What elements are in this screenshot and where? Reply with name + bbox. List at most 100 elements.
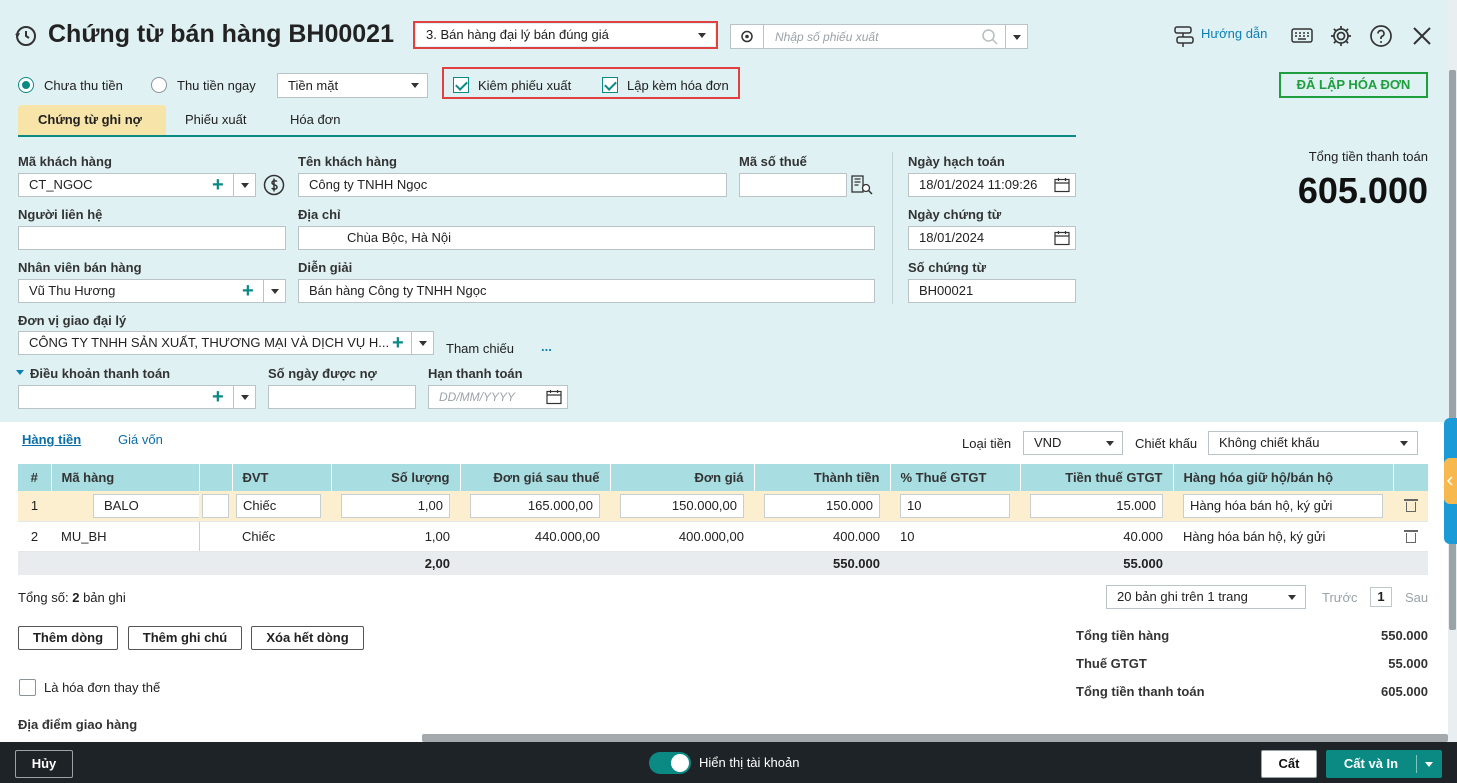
side-panel-tab[interactable] [1444,418,1457,544]
blank-cell[interactable] [202,493,229,518]
export-search-input[interactable]: Nhập số phiếu xuất [775,30,878,44]
row-unit[interactable]: Chiếc [232,521,331,552]
show-accounts-toggle[interactable] [649,752,691,774]
page-size-select[interactable]: 20 bản ghi trên 1 trang [1106,585,1306,609]
row-amount[interactable]: 150.000 [754,491,890,522]
credit-days-input[interactable] [268,385,416,409]
vertical-scrollbar[interactable] [1448,0,1457,742]
tab-debit-voucher[interactable]: Chứng từ ghi nợ [18,105,166,135]
contact-input[interactable] [18,226,286,250]
close-icon[interactable] [1410,24,1434,48]
help-icon[interactable] [1369,24,1393,48]
row-price-after-tax[interactable]: 440.000,00 [460,521,610,552]
tab-invoice[interactable]: Hóa đơn [290,112,340,127]
row-vat-amount[interactable]: 40.000 [1020,521,1173,552]
currency-icon[interactable] [263,174,285,196]
settings-icon[interactable] [1329,24,1353,48]
payment-method-select[interactable]: Tiền mặt [277,73,428,98]
col-quantity[interactable]: Số lượng [331,464,461,491]
add-agent-icon[interactable]: + [390,333,406,353]
horizontal-scrollbar[interactable] [422,734,1448,742]
export-search[interactable]: Nhập số phiếu xuất [730,24,1028,49]
save-print-button[interactable]: Cất và In [1326,750,1442,778]
row-item-code[interactable]: BALO [51,491,199,522]
add-customer-icon[interactable]: + [212,175,224,195]
row-amount[interactable]: 400.000 [754,521,890,552]
delete-all-rows-button[interactable]: Xóa hết dòng [251,626,364,650]
posting-date-input[interactable]: 18/01/2024 11:09:26 [908,173,1076,197]
customer-name-input[interactable]: Công ty TNHH Ngọc [298,173,727,197]
col-unit-price[interactable]: Đơn giá [610,464,755,491]
scrollbar-thumb[interactable] [1449,70,1456,630]
checkbox-invoice[interactable] [602,77,618,93]
col-amount[interactable]: Thành tiền [754,464,891,491]
table-row[interactable]: 2 MU_BH Chiếc 1,00 440.000,00 400.000,00… [18,521,1428,552]
col-vat-rate[interactable]: % Thuế GTGT [890,464,1021,491]
radio-unpaid[interactable] [18,77,34,93]
col-unit[interactable]: ĐVT [232,464,332,491]
tab-cost-price[interactable]: Giá vốn [118,432,163,447]
col-price-after-tax[interactable]: Đơn giá sau thuế [460,464,611,491]
row-actions[interactable] [1393,491,1428,522]
row-actions[interactable] [1393,521,1428,552]
calendar-icon[interactable] [1054,230,1070,246]
calendar-icon[interactable] [546,389,562,405]
table-row[interactable]: 1 BALO Chiếc 1,00 165.000,00 150.000,00 … [18,491,1428,522]
prev-page-button[interactable]: Trước [1322,590,1358,605]
add-salesperson-icon[interactable]: + [242,281,254,301]
vat-rate-cell[interactable]: 10 [900,493,1010,518]
collapse-caret-icon[interactable] [16,370,24,378]
quantity-cell[interactable]: 1,00 [341,493,450,518]
save-button[interactable]: Cất [1261,750,1317,778]
history-icon[interactable] [14,24,38,48]
agent-input[interactable]: CÔNG TY TNHH SẢN XUẤT, THƯƠNG MẠI VÀ DỊC… [18,331,434,355]
row-item-code[interactable]: MU_BH [51,521,199,552]
row-vat-amount[interactable]: 15.000 [1020,491,1173,522]
payment-terms-dropdown[interactable] [233,385,255,409]
address-input[interactable]: Chùa Bộc, Hà Nội [298,226,875,250]
add-payment-terms-icon[interactable]: + [212,387,224,407]
tax-code-input[interactable] [739,173,847,197]
voucher-no-input[interactable]: BH00021 [908,279,1076,303]
guide-icon[interactable] [1172,24,1196,48]
row-consignment[interactable]: Hàng hóa bán hộ, ký gửi [1173,491,1393,522]
next-page-button[interactable]: Sau [1405,590,1428,605]
customer-code-dropdown[interactable] [233,173,255,197]
row-vat-rate[interactable]: 10 [890,521,1020,552]
checkbox-export[interactable] [453,77,469,93]
gear-small-icon[interactable] [731,25,764,48]
row-unit-price[interactable]: 150.000,00 [610,491,754,522]
price-after-tax-cell[interactable]: 165.000,00 [470,493,600,518]
trash-icon[interactable] [1404,499,1418,512]
salesperson-dropdown[interactable] [263,279,285,303]
help-link[interactable]: Hướng dẫn [1201,26,1267,41]
export-search-dropdown[interactable] [1005,25,1027,48]
row-vat-rate[interactable]: 10 [890,491,1020,522]
unit-cell[interactable]: Chiếc [236,493,321,518]
replacement-invoice-checkbox[interactable] [19,679,36,696]
col-consignment[interactable]: Hàng hóa giữ hộ/bán hộ [1173,464,1394,491]
agent-dropdown[interactable] [411,331,433,355]
consignment-cell[interactable]: Hàng hóa bán hộ, ký gửi [1183,493,1383,518]
trash-icon[interactable] [1404,529,1418,543]
unit-price-cell[interactable]: 150.000,00 [620,493,744,518]
reference-more-button[interactable]: ... [541,339,552,354]
col-vat-amount[interactable]: Tiền thuế GTGT [1020,464,1174,491]
description-input[interactable]: Bán hàng Công ty TNHH Ngọc [298,279,875,303]
row-unit[interactable]: Chiếc [232,491,331,522]
row-consignment[interactable]: Hàng hóa bán hộ, ký gửi [1173,521,1393,552]
tab-export-slip[interactable]: Phiếu xuất [185,112,246,127]
cancel-button[interactable]: Hủy [15,750,73,778]
row-quantity[interactable]: 1,00 [331,491,460,522]
add-row-button[interactable]: Thêm dòng [18,626,118,650]
tab-goods-amount[interactable]: Hàng tiền [22,432,81,447]
row-price-after-tax[interactable]: 165.000,00 [460,491,610,522]
col-item-code[interactable]: Mã hàng [51,464,200,491]
row-quantity[interactable]: 1,00 [331,521,460,552]
chevron-down-icon[interactable] [1425,762,1433,767]
voucher-date-input[interactable]: 18/01/2024 [908,226,1076,250]
discount-select[interactable]: Không chiết khấu [1208,431,1418,455]
tax-lookup-icon[interactable] [851,174,873,196]
calendar-icon[interactable] [1054,177,1070,193]
row-blank[interactable] [198,521,232,552]
